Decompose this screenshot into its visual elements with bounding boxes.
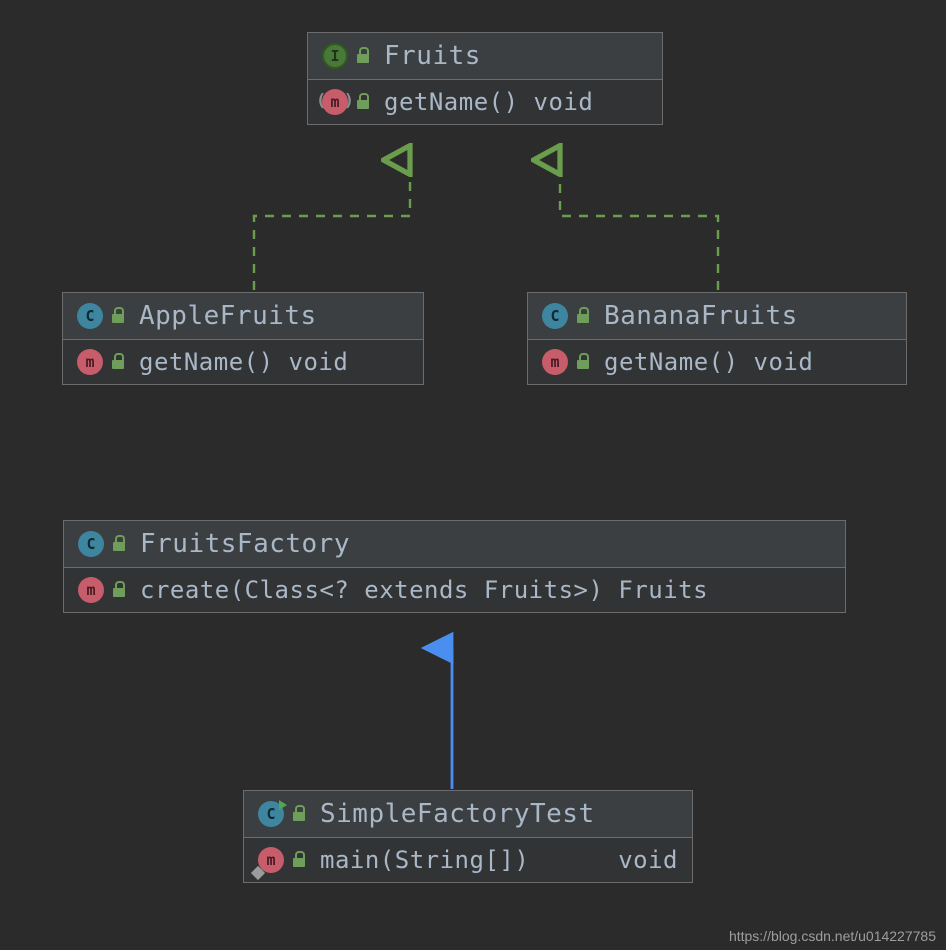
runnable-class-icon: C xyxy=(258,801,284,827)
uml-diagram: I Fruits m getName() void C AppleFruits … xyxy=(0,0,946,950)
apple-implements-fruits xyxy=(254,160,410,290)
method-signature: getName() void xyxy=(139,348,348,376)
interface-icon: I xyxy=(322,43,348,69)
lock-icon xyxy=(111,355,125,369)
lock-icon xyxy=(112,537,126,551)
class-header: C AppleFruits xyxy=(63,293,423,339)
class-header: C FruitsFactory xyxy=(64,521,845,567)
class-icon: C xyxy=(78,531,104,557)
class-banana-fruits: C BananaFruits m getName() void xyxy=(527,292,907,385)
lock-icon xyxy=(576,309,590,323)
method-signature: create(Class<? extends Fruits>) Fruits xyxy=(140,576,708,604)
lock-icon xyxy=(292,853,306,867)
watermark: https://blog.csdn.net/u014227785 xyxy=(729,928,936,944)
class-icon: C xyxy=(542,303,568,329)
method-row: m getName() void xyxy=(528,339,906,384)
class-header: C BananaFruits xyxy=(528,293,906,339)
lock-icon xyxy=(111,309,125,323)
class-name: BananaFruits xyxy=(604,301,798,331)
static-method-icon: m xyxy=(258,847,284,873)
class-name: Fruits xyxy=(384,41,481,71)
method-return: void xyxy=(618,846,678,874)
lock-icon xyxy=(576,355,590,369)
method-signature: main(String[]) xyxy=(320,846,529,874)
class-fruits: I Fruits m getName() void xyxy=(307,32,663,125)
method-row: m create(Class<? extends Fruits>) Fruits xyxy=(64,567,845,612)
banana-implements-fruits xyxy=(560,160,718,290)
class-fruits-factory: C FruitsFactory m create(Class<? extends… xyxy=(63,520,846,613)
lock-icon xyxy=(112,583,126,597)
class-name: AppleFruits xyxy=(139,301,317,331)
class-name: FruitsFactory xyxy=(140,529,350,559)
class-simple-factory-test: C SimpleFactoryTest m main(String[]) voi… xyxy=(243,790,693,883)
lock-icon xyxy=(356,49,370,63)
method-icon: m xyxy=(542,349,568,375)
lock-icon xyxy=(292,807,306,821)
method-icon: m xyxy=(77,349,103,375)
method-signature: getName() void xyxy=(384,88,593,116)
method-row: m getName() void xyxy=(308,79,662,124)
class-header: I Fruits xyxy=(308,33,662,79)
class-apple-fruits: C AppleFruits m getName() void xyxy=(62,292,424,385)
method-row: m getName() void xyxy=(63,339,423,384)
method-icon: m xyxy=(78,577,104,603)
class-icon: C xyxy=(77,303,103,329)
method-icon: m xyxy=(322,89,348,115)
method-row: m main(String[]) void xyxy=(244,837,692,882)
method-signature: getName() void xyxy=(604,348,813,376)
class-header: C SimpleFactoryTest xyxy=(244,791,692,837)
class-name: SimpleFactoryTest xyxy=(320,799,595,829)
lock-icon xyxy=(356,95,370,109)
